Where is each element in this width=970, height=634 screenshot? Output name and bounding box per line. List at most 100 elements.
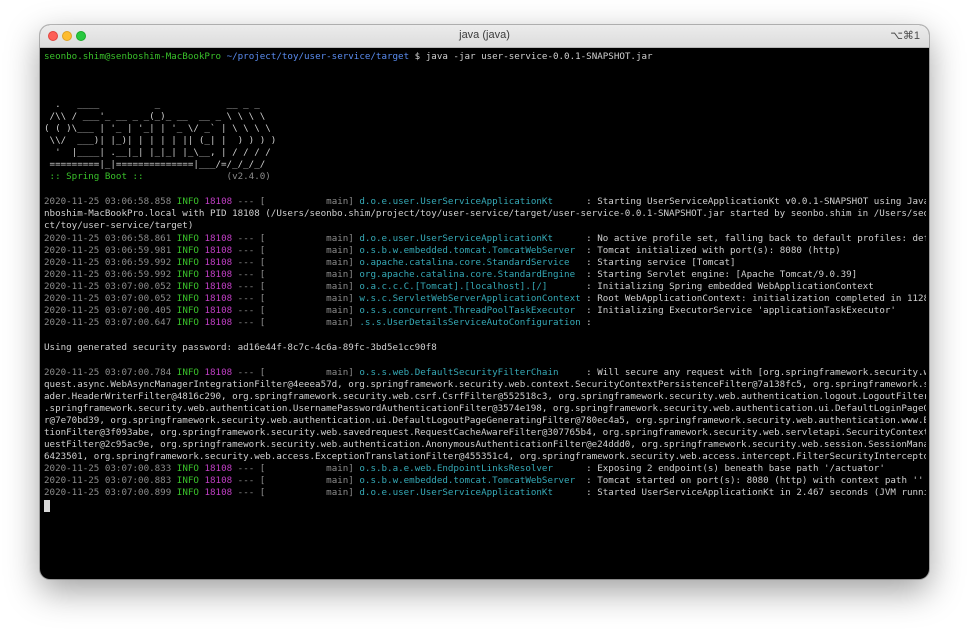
prompt-symbol: $: [414, 51, 421, 62]
log-pid: 18108: [204, 463, 233, 474]
spring-boot-label: :: Spring Boot ::: [44, 171, 150, 182]
log-level: INFO: [176, 245, 199, 256]
log-timestamp: 2020-11-25 03:07:00.052: [44, 293, 172, 304]
log-wrap-line: uestFilter@2c95ac9e, org.springframework…: [44, 439, 926, 450]
prompt-command: java -jar user-service-0.0.1-SNAPSHOT.ja…: [425, 51, 653, 62]
log-wrap-line: nboshim-MacBookPro.local with PID 18108 …: [44, 208, 926, 219]
log-logger: w.s.c.ServletWebServerApplicationContext: [359, 293, 581, 304]
log-line: 2020-11-25 03:07:00.647 INFO 18108 --- […: [44, 317, 597, 329]
banner-line: ( ( )\___ | '_ | '_| | '_ \/ _` | \ \ \ …: [44, 123, 271, 134]
log-thread: --- [ main]: [232, 463, 360, 474]
log-wrap-line: ader.HeaderWriterFilter@4816c290, org.sp…: [44, 391, 926, 402]
terminal-content[interactable]: seonbo.shim@senboshim-MacBookPro ~/proje…: [44, 51, 926, 575]
log-timestamp: 2020-11-25 03:06:59.992: [44, 257, 172, 268]
log-pid: 18108: [204, 293, 233, 304]
security-password-line: Using generated security password: ad16e…: [44, 342, 437, 353]
log-thread: --- [ main]: [232, 317, 360, 328]
log-line: 2020-11-25 03:07:00.405 INFO 18108 --- […: [44, 305, 896, 317]
log-pid: 18108: [204, 257, 233, 268]
log-logger: .s.s.UserDetailsServiceAutoConfiguration: [359, 317, 581, 328]
log-pid: 18108: [204, 367, 233, 378]
log-message: : No active profile set, falling back to…: [580, 233, 926, 244]
window-title: java (java): [459, 29, 510, 41]
log-thread: --- [ main]: [232, 196, 360, 207]
log-logger: d.o.e.user.UserServiceApplicationKt: [359, 233, 581, 244]
log-thread: --- [ main]: [232, 293, 360, 304]
log-logger: o.s.b.w.embedded.tomcat.TomcatWebServer: [359, 245, 581, 256]
log-pid: 18108: [204, 233, 233, 244]
log-message: : Started UserServiceApplicationKt in 2.…: [586, 487, 926, 498]
log-thread: --- [ main]: [232, 269, 360, 280]
log-line: 2020-11-25 03:06:58.858 INFO 18108 --- […: [44, 196, 926, 208]
log-pid: 18108: [204, 281, 233, 292]
log-logger: org.apache.catalina.core.StandardEngine: [359, 269, 581, 280]
log-timestamp: 2020-11-25 03:07:00.899: [44, 487, 172, 498]
log-line: 2020-11-25 03:06:59.981 INFO 18108 --- […: [44, 245, 841, 257]
log-wrap-line: .springframework.security.web.authentica…: [44, 403, 926, 414]
terminal-cursor: [44, 500, 50, 512]
banner-line: . ____ _ __ _ _: [44, 99, 260, 110]
log-line: 2020-11-25 03:07:00.899 INFO 18108 --- […: [44, 487, 926, 499]
prompt-path: ~/project/toy/user-service/target: [226, 51, 410, 62]
log-timestamp: 2020-11-25 03:07:00.647: [44, 317, 172, 328]
log-timestamp: 2020-11-25 03:06:58.861: [44, 233, 172, 244]
log-logger: d.o.e.user.UserServiceApplicationKt: [359, 196, 581, 207]
log-thread: --- [ main]: [232, 233, 360, 244]
log-message: : Starting UserServiceApplicationKt v0.0…: [586, 196, 926, 207]
log-wrap-line: r@7e70bd39, org.springframework.security…: [44, 415, 926, 426]
log-level: INFO: [176, 463, 199, 474]
log-message: :: [580, 317, 598, 328]
prompt-line: seonbo.shim@senboshim-MacBookPro ~/proje…: [44, 51, 653, 63]
log-level: INFO: [176, 196, 199, 207]
log-pid: 18108: [204, 269, 233, 280]
log-message: : Starting Servlet engine: [Apache Tomca…: [580, 269, 858, 280]
log-level: INFO: [176, 475, 199, 486]
log-level: INFO: [176, 269, 199, 280]
spring-boot-version: (v2.4.0): [149, 171, 271, 182]
log-logger: o.s.b.a.e.web.EndpointLinksResolver: [359, 463, 581, 474]
log-level: INFO: [176, 367, 199, 378]
log-thread: --- [ main]: [232, 475, 360, 486]
log-pid: 18108: [204, 305, 233, 316]
log-pid: 18108: [204, 317, 233, 328]
log-thread: --- [ main]: [232, 245, 360, 256]
log-level: INFO: [176, 233, 199, 244]
log-line: 2020-11-25 03:06:59.992 INFO 18108 --- […: [44, 269, 857, 281]
banner-line: \\/ ___)| |_)| | | | | || (_| | ) ) ) ): [44, 135, 277, 146]
log-line: 2020-11-25 03:06:58.861 INFO 18108 --- […: [44, 233, 926, 245]
log-message: : Initializing Spring embedded WebApplic…: [580, 281, 874, 292]
log-logger: d.o.e.user.UserServiceApplicationKt: [359, 487, 581, 498]
log-thread: --- [ main]: [232, 367, 360, 378]
log-message: : Tomcat started on port(s): 8080 (http)…: [580, 475, 924, 486]
log-wrap-line: quest.async.WebAsyncManagerIntegrationFi…: [44, 379, 926, 390]
log-level: INFO: [176, 257, 199, 268]
log-message: : Exposing 2 endpoint(s) beneath base pa…: [580, 463, 885, 474]
prompt-user-host: seonbo.shim@senboshim-MacBookPro: [44, 51, 222, 62]
log-timestamp: 2020-11-25 03:06:59.992: [44, 269, 172, 280]
log-thread: --- [ main]: [232, 305, 360, 316]
banner-line: /\\ / ___'_ __ _ _(_)_ __ __ _ \ \ \ \: [44, 111, 266, 122]
log-level: INFO: [176, 305, 199, 316]
log-line: 2020-11-25 03:07:00.784 INFO 18108 --- […: [44, 367, 926, 379]
log-message: : Starting service [Tomcat]: [580, 257, 736, 268]
log-pid: 18108: [204, 487, 233, 498]
log-timestamp: 2020-11-25 03:07:00.052: [44, 281, 172, 292]
spring-boot-version-line: :: Spring Boot :: (v2.4.0): [44, 171, 271, 183]
log-pid: 18108: [204, 196, 233, 207]
log-timestamp: 2020-11-25 03:06:58.858: [44, 196, 172, 207]
log-level: INFO: [176, 293, 199, 304]
log-logger: o.s.s.concurrent.ThreadPoolTaskExecutor: [359, 305, 581, 316]
log-line: 2020-11-25 03:06:59.992 INFO 18108 --- […: [44, 257, 736, 269]
log-timestamp: 2020-11-25 03:07:00.405: [44, 305, 172, 316]
log-message: : Root WebApplicationContext: initializa…: [580, 293, 926, 304]
log-message: : Will secure any request with [org.spri…: [586, 367, 926, 378]
terminal-window: java (java) ⌥⌘1 seonbo.shim@senboshim-Ma…: [40, 25, 929, 579]
log-wrap-line: ct/toy/user-service/target): [44, 220, 194, 231]
log-pid: 18108: [204, 475, 233, 486]
log-timestamp: 2020-11-25 03:07:00.883: [44, 475, 172, 486]
log-message: : Tomcat initialized with port(s): 8080 …: [580, 245, 841, 256]
window-shortcut: ⌥⌘1: [890, 30, 920, 42]
banner-line: ' |____| .__|_| |_|_| |_\__, | / / / /: [44, 147, 271, 158]
log-line: 2020-11-25 03:07:00.052 INFO 18108 --- […: [44, 293, 926, 305]
log-message: : Initializing ExecutorService 'applicat…: [580, 305, 896, 316]
